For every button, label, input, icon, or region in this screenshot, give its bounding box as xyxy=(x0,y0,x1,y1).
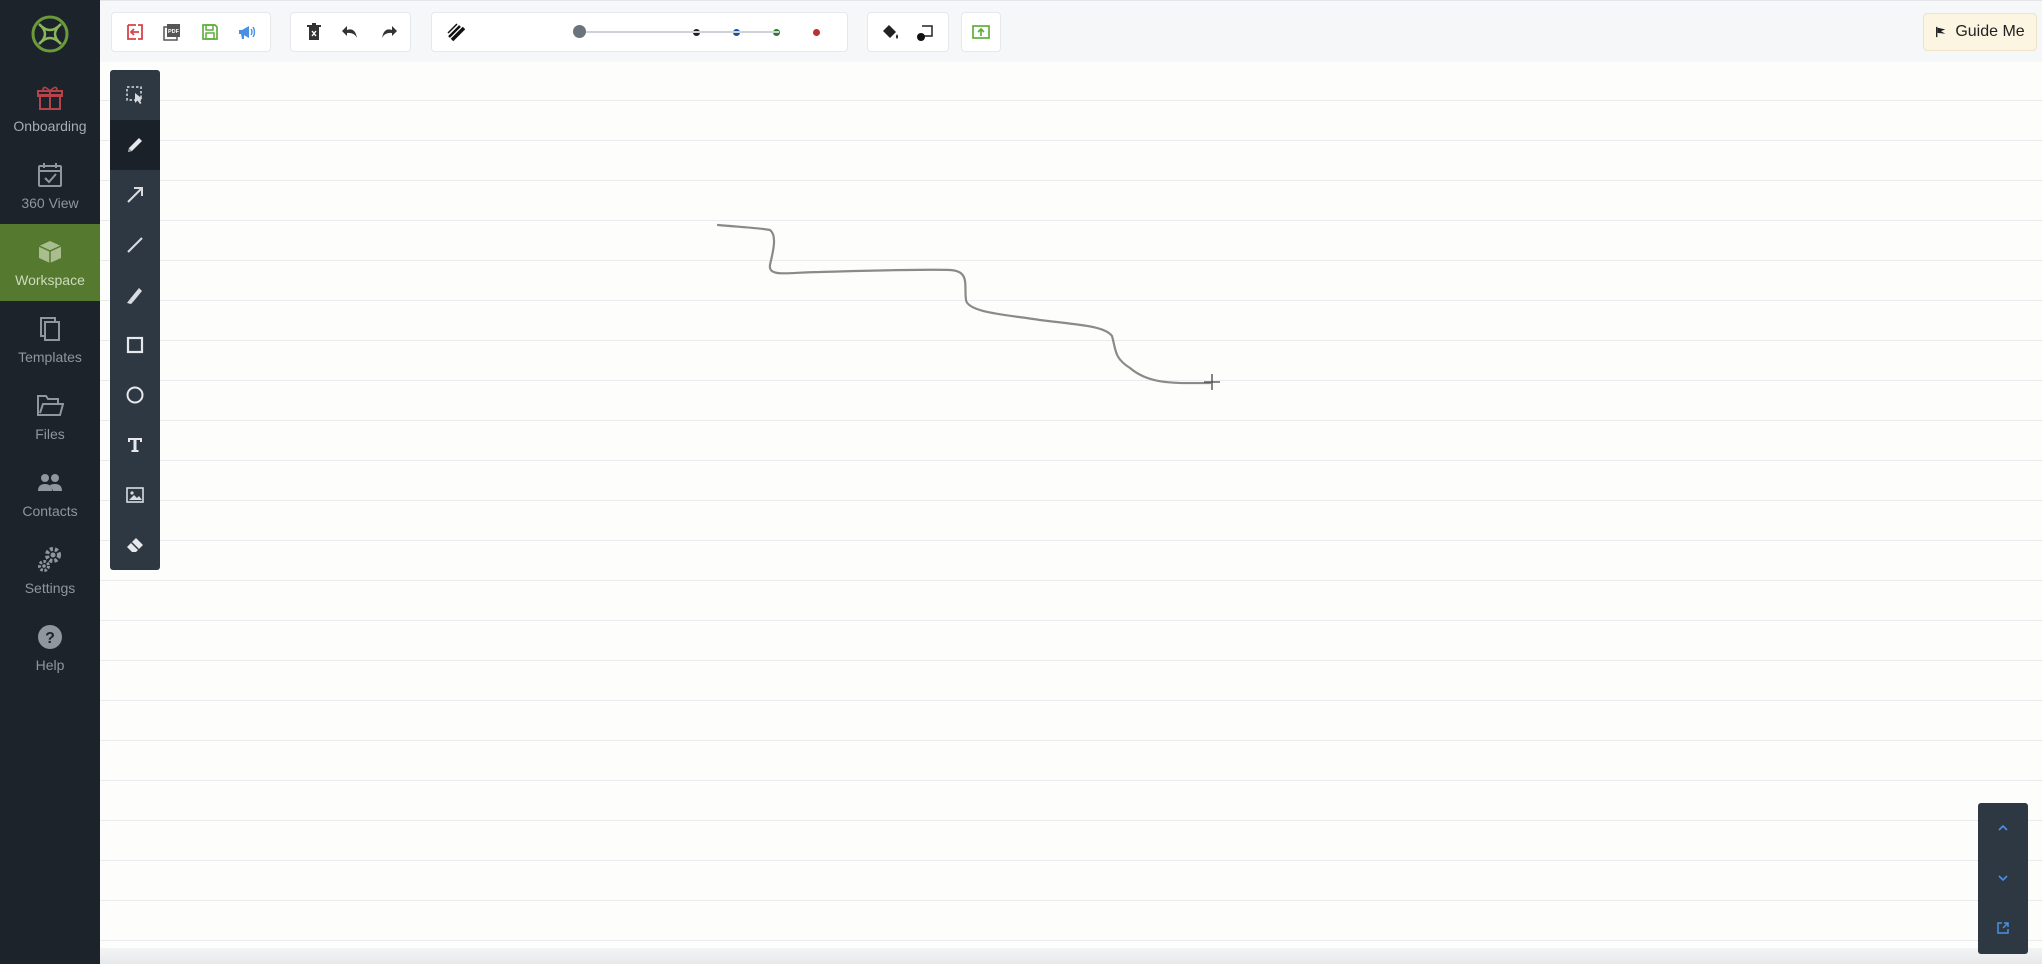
svg-text:PDF: PDF xyxy=(168,29,180,35)
users-icon xyxy=(38,473,62,491)
save-button[interactable] xyxy=(191,13,229,51)
select-icon xyxy=(126,86,143,104)
stroke-width-slider-thumb[interactable] xyxy=(573,25,586,38)
scroll-up-button[interactable] xyxy=(1978,803,2028,853)
fill-group xyxy=(867,12,949,52)
line-icon xyxy=(127,237,143,253)
nav-label: Workspace xyxy=(15,271,85,288)
save-icon xyxy=(201,24,218,40)
cube-icon xyxy=(38,240,62,263)
nav-templates[interactable]: Templates xyxy=(0,301,100,378)
undo-icon xyxy=(341,26,357,38)
question-circle-icon: ? xyxy=(38,624,62,649)
circle-icon xyxy=(126,386,144,404)
tool-highlighter[interactable] xyxy=(110,270,160,320)
announce-button[interactable] xyxy=(229,13,267,51)
chevron-down-icon xyxy=(1998,875,2008,882)
calendar-check-icon xyxy=(38,162,62,187)
nav-contacts[interactable]: Contacts xyxy=(0,455,100,532)
line-weight-button[interactable] xyxy=(436,13,476,51)
nav-label: 360 View xyxy=(21,194,79,211)
guide-me-label: Guide Me xyxy=(1955,23,2025,40)
drawing-canvas[interactable] xyxy=(100,62,2042,964)
rectangle-icon xyxy=(126,336,144,354)
redo-button[interactable] xyxy=(369,13,406,51)
redo-icon xyxy=(381,26,397,38)
tool-text[interactable] xyxy=(110,420,160,470)
canvas-bottom-edge xyxy=(100,948,2042,964)
nav-360-view[interactable]: 360 View xyxy=(0,147,100,224)
tool-rectangle[interactable] xyxy=(110,320,160,370)
tool-eraser[interactable] xyxy=(110,520,160,570)
pdf-icon: PDF xyxy=(163,24,181,41)
color-swatch xyxy=(812,28,820,36)
stroke-color-button[interactable] xyxy=(908,13,944,51)
page-navigation-controls xyxy=(1978,803,2028,954)
nav-settings[interactable]: Settings xyxy=(0,532,100,609)
color-red-button[interactable] xyxy=(796,13,836,51)
tool-select[interactable] xyxy=(110,70,160,120)
sidebar: Onboarding 360 View Workspace Templates … xyxy=(0,0,100,964)
nav-label: Help xyxy=(35,656,65,673)
gears-icon xyxy=(38,546,61,572)
top-toolbar: PDF xyxy=(100,0,2042,62)
tool-arrow[interactable] xyxy=(110,170,160,220)
nav-files[interactable]: Files xyxy=(0,378,100,455)
edit-actions-group xyxy=(290,12,411,52)
nav-label: Files xyxy=(35,425,65,442)
nav-label: Templates xyxy=(18,348,82,365)
nav-workspace[interactable]: Workspace xyxy=(0,224,100,301)
tool-circle[interactable] xyxy=(110,370,160,420)
fill-button[interactable] xyxy=(872,13,908,51)
gift-icon xyxy=(37,86,63,110)
exit-icon xyxy=(126,24,143,40)
present-group xyxy=(961,12,1001,52)
tool-pen[interactable] xyxy=(110,120,160,170)
line-weight-icon xyxy=(447,23,466,42)
text-icon xyxy=(128,438,142,452)
chevron-up-icon xyxy=(1998,824,2008,831)
nav-label: Settings xyxy=(24,579,76,596)
undo-button[interactable] xyxy=(332,13,369,51)
eraser-icon xyxy=(127,538,143,552)
nav-label: Contacts xyxy=(22,502,78,519)
export-page-button[interactable] xyxy=(1978,903,2028,953)
file-actions-group: PDF xyxy=(111,12,271,52)
flag-icon xyxy=(1936,26,1946,38)
arrow-icon xyxy=(127,187,143,203)
present-button[interactable] xyxy=(962,13,1000,51)
nav-onboarding[interactable]: Onboarding xyxy=(0,70,100,147)
delete-button[interactable] xyxy=(295,13,332,51)
app-logo[interactable] xyxy=(29,14,71,54)
nav-label: Onboarding xyxy=(13,117,87,134)
export-icon xyxy=(1997,922,2009,934)
scroll-down-button[interactable] xyxy=(1978,853,2028,903)
highlighter-icon xyxy=(127,288,142,304)
present-icon xyxy=(972,25,990,39)
delete-icon xyxy=(306,23,321,40)
image-icon xyxy=(126,487,144,503)
guide-me-button[interactable]: Guide Me xyxy=(1923,13,2037,51)
tool-palette xyxy=(110,70,160,570)
svg-text:?: ? xyxy=(45,630,55,647)
tool-image[interactable] xyxy=(110,470,160,520)
exit-button[interactable] xyxy=(116,13,154,51)
nav-help[interactable]: ? Help xyxy=(0,609,100,686)
fill-bucket-icon xyxy=(883,25,898,39)
stroke-color-icon xyxy=(917,25,933,41)
export-pdf-button[interactable]: PDF xyxy=(154,13,192,51)
pen-icon xyxy=(128,138,142,152)
stroke-width-slider-track[interactable] xyxy=(579,31,779,33)
copy-icon xyxy=(40,316,60,341)
tool-line[interactable] xyxy=(110,220,160,270)
folder-icon xyxy=(37,394,64,416)
megaphone-icon xyxy=(239,26,256,39)
